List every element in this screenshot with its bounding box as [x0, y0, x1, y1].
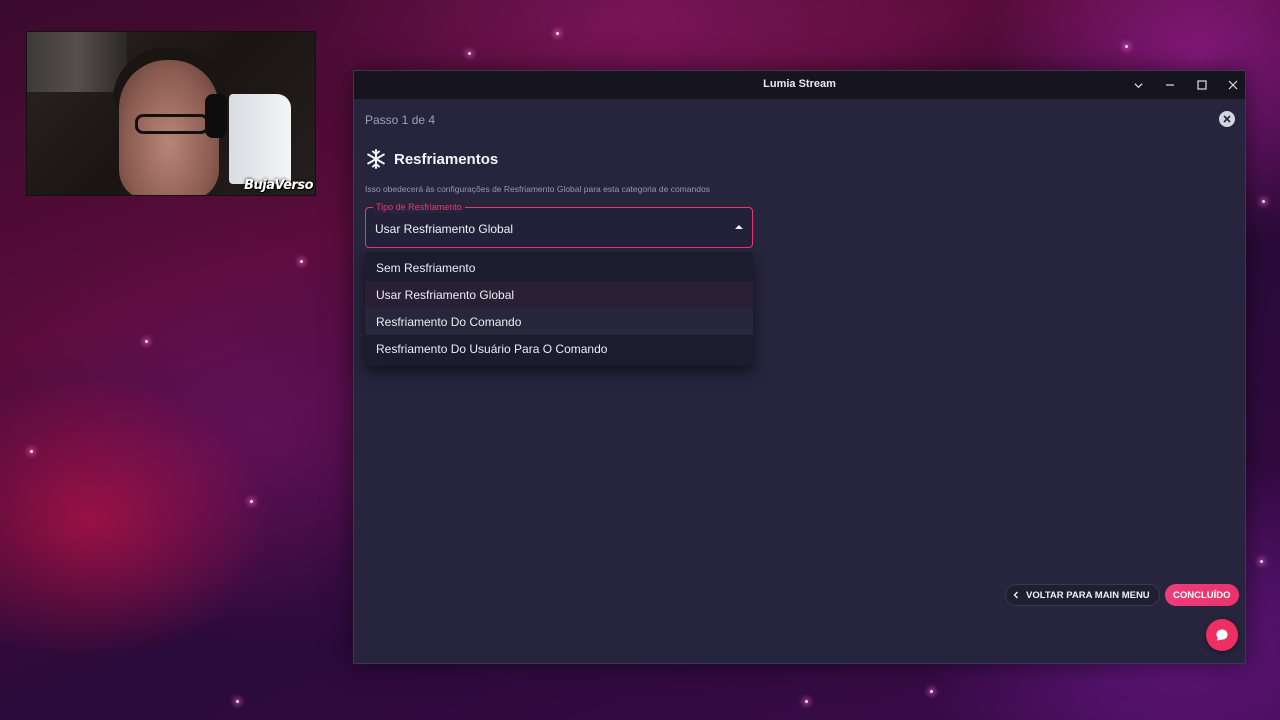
webcam-console [229, 94, 291, 184]
star [300, 260, 303, 263]
cooldown-type-label: Tipo de Resfriamento [373, 201, 465, 213]
webcam-feed: BujaVerso [26, 31, 316, 196]
cooldown-type-value: Usar Resfriamento Global [375, 222, 514, 236]
star [145, 340, 148, 343]
star [468, 52, 471, 55]
option-global-cooldown[interactable]: Usar Resfriamento Global [365, 281, 753, 308]
chat-bubble-icon [1216, 629, 1228, 641]
maximize-button[interactable] [1186, 71, 1218, 99]
option-command-cooldown[interactable]: Resfriamento Do Comando [365, 308, 753, 335]
star [30, 450, 33, 453]
star [930, 690, 933, 693]
collapse-button[interactable] [1122, 71, 1154, 99]
cooldown-type-options: Sem Resfriamento Usar Resfriamento Globa… [365, 252, 753, 366]
section-title: Resfriamentos [394, 150, 499, 168]
star [236, 700, 239, 703]
back-button-label: VOLTAR PARA MAIN MENU [1026, 589, 1150, 601]
step-indicator: Passo 1 de 4 [365, 113, 436, 127]
close-icon [1228, 80, 1238, 90]
option-no-cooldown[interactable]: Sem Resfriamento [365, 254, 753, 281]
section-description: Isso obedecerá às configurações de Resfr… [365, 184, 710, 194]
back-to-main-menu-button[interactable]: VOLTAR PARA MAIN MENU [1005, 584, 1160, 606]
star [805, 700, 808, 703]
window-close-button[interactable] [1217, 71, 1249, 99]
chevron-down-icon [1133, 82, 1143, 88]
maximize-icon [1197, 80, 1207, 90]
wizard-close-button[interactable] [1219, 111, 1235, 127]
cooldown-type-select[interactable]: Tipo de Resfriamento Usar Resfriamento G… [365, 201, 753, 248]
webcam-overlay-tag: BujaVerso [244, 178, 313, 193]
done-button[interactable]: CONCLUÍDO [1165, 584, 1239, 606]
close-circle-icon [1223, 115, 1231, 123]
chat-button[interactable] [1206, 619, 1238, 651]
star [1125, 45, 1128, 48]
window-title: Lumia Stream [763, 78, 836, 90]
star [250, 500, 253, 503]
star [1260, 560, 1263, 563]
minimize-icon [1166, 84, 1174, 86]
webcam-shelf [27, 32, 127, 92]
webcam-glasses [135, 114, 209, 134]
star [1262, 200, 1265, 203]
title-bar[interactable]: Lumia Stream [354, 71, 1245, 99]
star [556, 32, 559, 35]
option-user-command-cooldown[interactable]: Resfriamento Do Usuário Para O Comando [365, 335, 753, 362]
caret-up-icon [735, 225, 743, 229]
webcam-headset [205, 94, 227, 138]
snowflake-icon [367, 149, 385, 169]
minimize-button[interactable] [1154, 71, 1186, 99]
section-header: Resfriamentos [366, 149, 498, 169]
app-window: Lumia Stream Passo 1 de 4 Resfriamentos … [353, 70, 1246, 664]
chevron-left-icon [1013, 591, 1018, 599]
done-button-label: CONCLUÍDO [1173, 589, 1231, 601]
